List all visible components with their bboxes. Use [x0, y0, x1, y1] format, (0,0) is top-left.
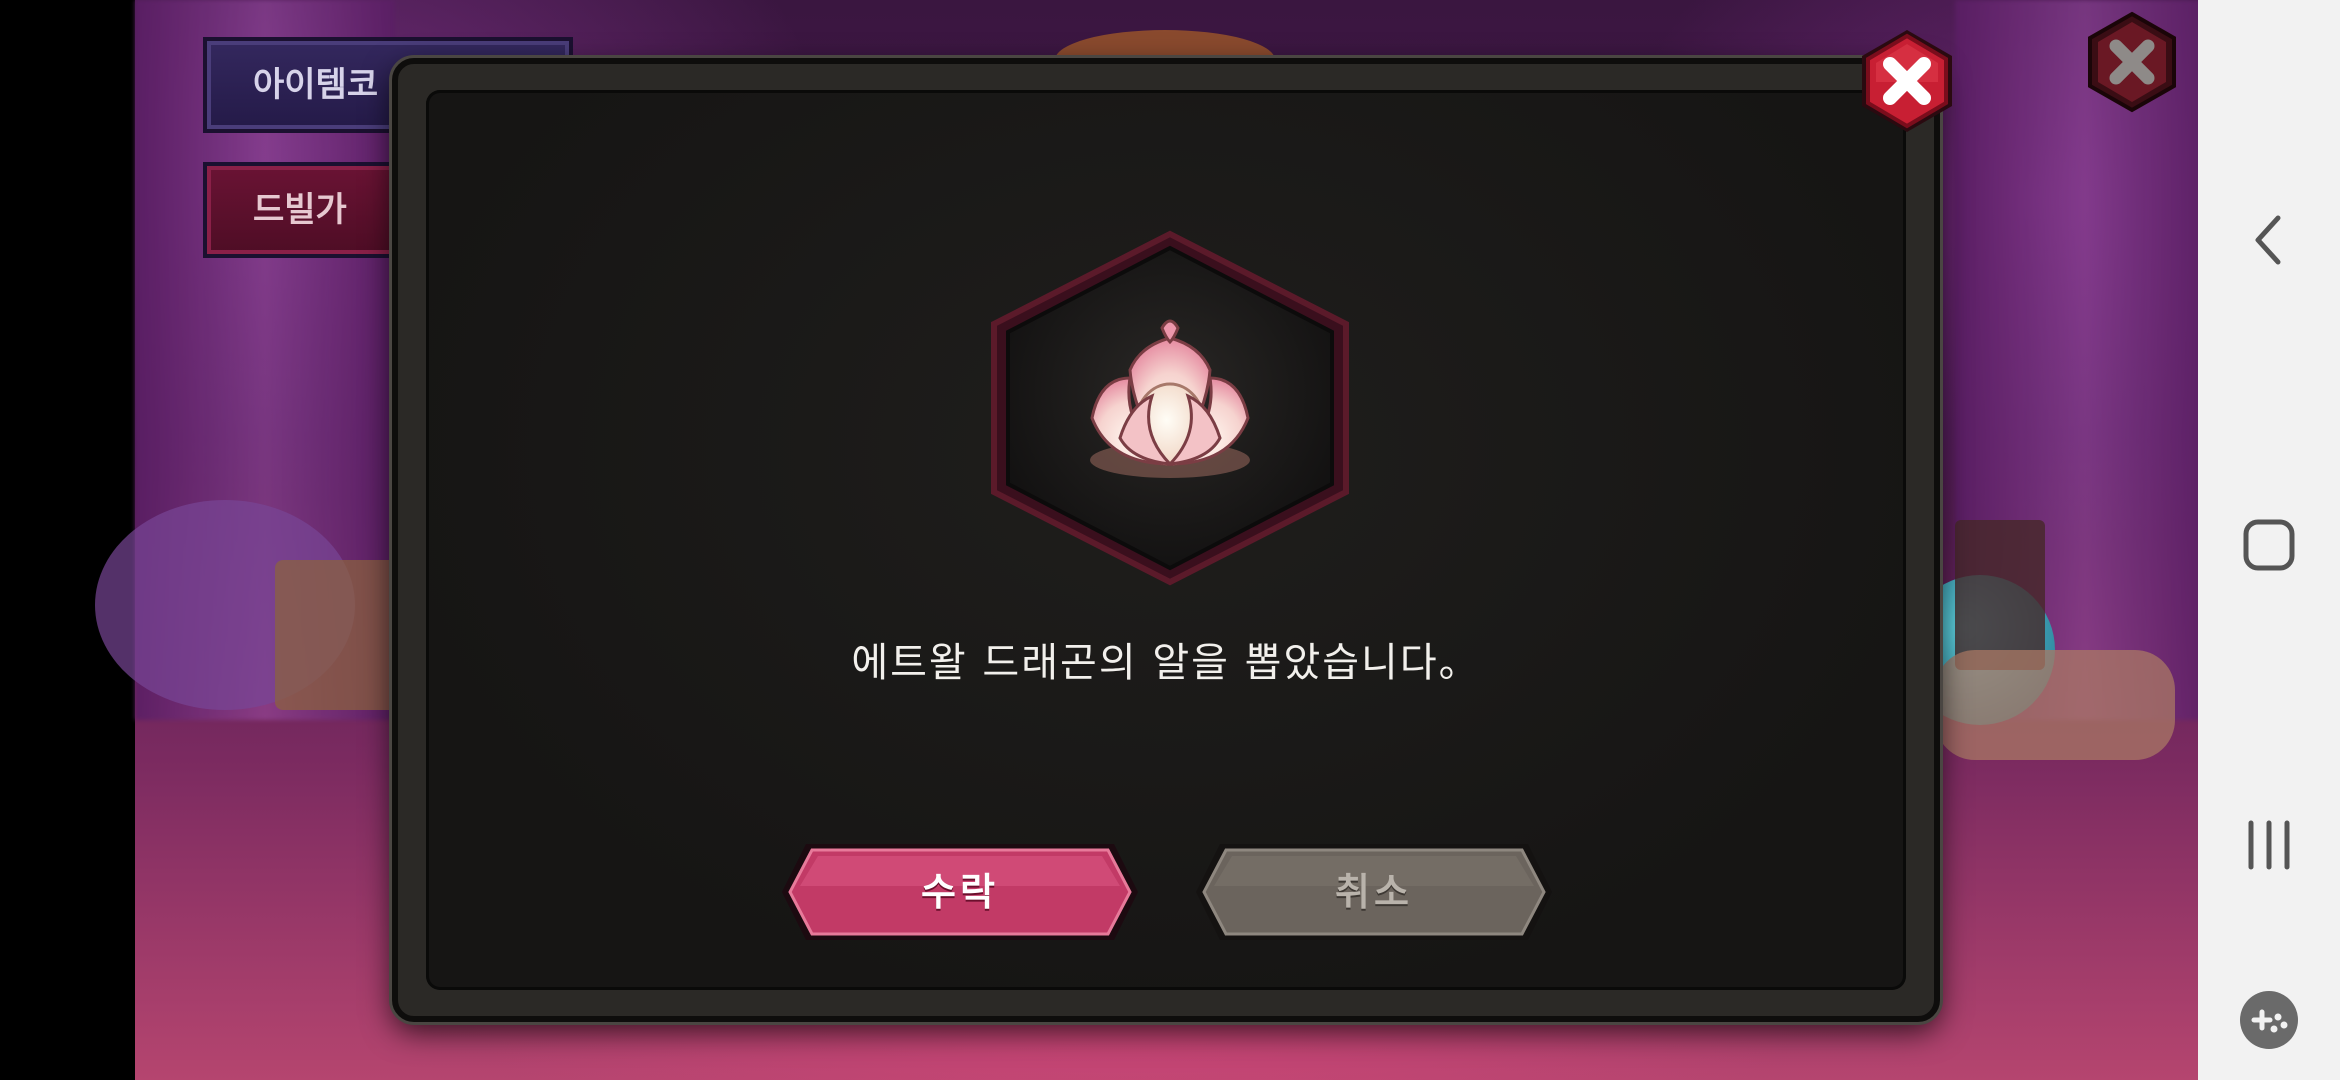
- recents-icon: [2248, 820, 2290, 870]
- game-screen: 아이템코 드빌가 에트왈 드래곤의 알을 뽑았습니다。 수락 취소: [0, 0, 2340, 1080]
- accept-label: 수락: [921, 870, 999, 914]
- dialog-message: 에트왈 드래곤의 알을 뽑았습니다。: [851, 640, 1481, 686]
- back-chevron-icon: [2255, 215, 2281, 265]
- android-navigation-bar: [2198, 0, 2340, 1080]
- back-button[interactable]: [2198, 200, 2340, 280]
- cancel-button[interactable]: 취소: [1194, 842, 1554, 942]
- home-icon: [2243, 519, 2295, 571]
- close-icon: [2088, 11, 2176, 113]
- item-code-label: 아이템코: [253, 66, 379, 104]
- game-tools-button[interactable]: [2198, 985, 2340, 1055]
- accept-button[interactable]: 수락: [780, 842, 1140, 942]
- cancel-label: 취소: [1335, 870, 1413, 914]
- letterbox-left: [0, 0, 135, 1080]
- item-frame: [980, 228, 1360, 588]
- devil-label: 드빌가: [253, 191, 347, 229]
- game-close-button[interactable]: [2080, 10, 2184, 114]
- game-tools-icon: [2240, 991, 2298, 1049]
- close-icon: [1862, 30, 1952, 132]
- scroll-decoration: [1935, 650, 2175, 760]
- recents-button[interactable]: [2198, 805, 2340, 885]
- chest-decoration: [1955, 520, 2045, 670]
- home-button[interactable]: [2198, 500, 2340, 590]
- dialog-close-button[interactable]: [1852, 26, 1962, 136]
